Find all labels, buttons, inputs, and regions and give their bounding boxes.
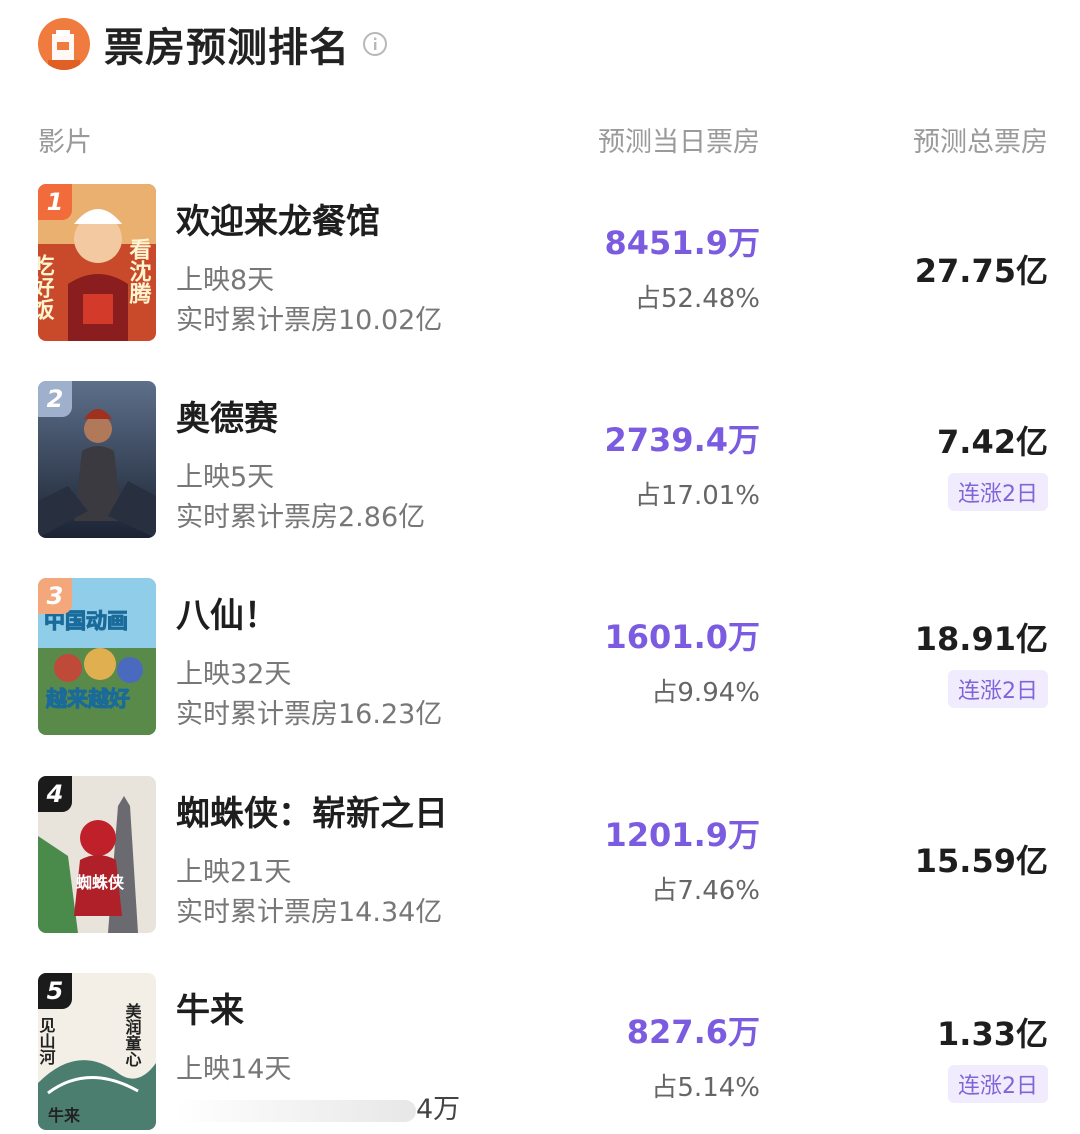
movie-title[interactable]: 欢迎来龙餐馆 xyxy=(176,194,380,243)
movie-poster[interactable]: 2 xyxy=(38,381,156,538)
cumulative-value: 4万 xyxy=(416,1094,461,1125)
total-forecast: 1.33亿 xyxy=(937,1015,1048,1053)
movie-row[interactable]: 见山河 美润童心 牛来 5 牛来 上映14天 4万 827.6万 占5.14% … xyxy=(0,973,1080,1133)
movie-title[interactable]: 八仙！ xyxy=(176,588,278,637)
movie-row[interactable]: 2 奥德赛 上映5天 实时累计票房2.86亿 2739.4万 占17.01% 7… xyxy=(0,381,1080,541)
total-forecast: 27.75亿 xyxy=(914,252,1048,290)
trend-badge: 连涨2日 xyxy=(948,473,1048,511)
daily-share: 占7.46% xyxy=(651,876,760,906)
rank-badge: 3 xyxy=(38,578,72,614)
daily-forecast: 1201.9万 xyxy=(604,816,761,854)
trend-badge: 连涨2日 xyxy=(948,670,1048,708)
movie-row[interactable]: 蜘蛛侠 4 蜘蛛侠：崭新之日 上映21天 实时累计票房14.34亿 1201.9… xyxy=(0,776,1080,936)
rank-badge: 1 xyxy=(38,184,72,220)
rank-badge: 5 xyxy=(38,973,72,1009)
daily-share: 占17.01% xyxy=(634,481,760,511)
rank-badge: 4 xyxy=(38,776,72,812)
daily-share: 占5.14% xyxy=(651,1073,760,1103)
cumulative-box-office: 4万 xyxy=(176,1087,460,1126)
cumulative-box-office: 实时累计票房16.23亿 xyxy=(176,699,443,730)
cumulative-box-office: 实时累计票房10.02亿 xyxy=(176,305,443,336)
ticket-booth-icon xyxy=(38,18,90,70)
rank-badge: 2 xyxy=(38,381,72,417)
daily-forecast: 8451.9万 xyxy=(604,224,761,262)
blur-overlay xyxy=(176,1099,416,1122)
page-title: 票房预测排名 xyxy=(104,25,350,71)
poster-text-right: 看沈腾 xyxy=(126,238,152,305)
column-header-film: 影片 xyxy=(38,127,92,158)
movie-title[interactable]: 牛来 xyxy=(176,983,244,1032)
movie-row[interactable]: 中国动画 越来越好 3 八仙！ 上映32天 实时累计票房16.23亿 1601.… xyxy=(0,578,1080,738)
movie-title[interactable]: 蜘蛛侠：崭新之日 xyxy=(176,786,448,835)
trend-badge: 连涨2日 xyxy=(948,1065,1048,1103)
movie-title[interactable]: 奥德赛 xyxy=(176,391,278,440)
movie-row[interactable]: 吃好饭 看沈腾 1 欢迎来龙餐馆 上映8天 实时累计票房10.02亿 8451.… xyxy=(0,184,1080,344)
poster-text-right: 美润童心 xyxy=(123,1002,142,1067)
column-header-daily-forecast[interactable]: 预测当日票房 xyxy=(598,120,760,159)
daily-forecast: 1601.0万 xyxy=(604,618,761,656)
total-forecast: 15.59亿 xyxy=(914,842,1048,880)
total-forecast: 7.42亿 xyxy=(937,423,1048,461)
days-in-release: 上映14天 xyxy=(176,1054,292,1085)
daily-forecast: 827.6万 xyxy=(626,1013,760,1051)
cumulative-box-office: 实时累计票房14.34亿 xyxy=(176,897,443,928)
column-header-total-forecast[interactable]: 预测总票房 xyxy=(913,120,1048,159)
poster-text-bottom: 越来越好 xyxy=(45,687,130,711)
movie-poster[interactable]: 吃好饭 看沈腾 1 xyxy=(38,184,156,341)
daily-share: 占52.48% xyxy=(634,284,760,314)
info-circle-icon[interactable] xyxy=(362,31,388,57)
poster-text-left: 吃好饭 xyxy=(38,253,56,321)
daily-forecast: 2739.4万 xyxy=(604,421,761,459)
movie-poster[interactable]: 蜘蛛侠 4 xyxy=(38,776,156,933)
days-in-release: 上映21天 xyxy=(176,857,292,888)
days-in-release: 上映8天 xyxy=(176,265,275,296)
poster-text: 蜘蛛侠 xyxy=(76,873,125,892)
cumulative-box-office: 实时累计票房2.86亿 xyxy=(176,502,426,533)
movie-poster[interactable]: 见山河 美润童心 牛来 5 xyxy=(38,973,156,1130)
daily-share: 占9.94% xyxy=(651,678,760,708)
poster-text-bottom: 牛来 xyxy=(48,1106,81,1125)
total-forecast: 18.91亿 xyxy=(914,620,1048,658)
days-in-release: 上映5天 xyxy=(176,462,275,493)
poster-text-left: 见山河 xyxy=(38,1017,56,1066)
movie-poster[interactable]: 中国动画 越来越好 3 xyxy=(38,578,156,735)
page-header: 票房预测排名 xyxy=(38,16,388,72)
days-in-release: 上映32天 xyxy=(176,659,292,690)
